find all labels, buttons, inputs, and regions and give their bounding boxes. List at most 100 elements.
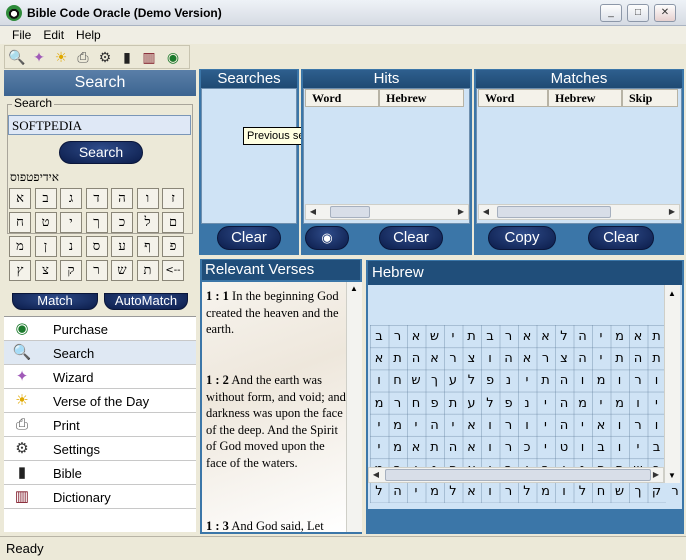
hebrew-letter[interactable]: א xyxy=(407,326,425,348)
hebrew-letter[interactable]: ה xyxy=(555,393,573,415)
hebrew-letter[interactable]: ו xyxy=(481,415,499,437)
hebrew-letter[interactable]: ר xyxy=(500,415,518,437)
hebrew-letter[interactable]: ח xyxy=(407,393,425,415)
hebrew-letter[interactable]: י xyxy=(592,326,610,348)
hebrew-letter[interactable]: ת xyxy=(426,437,444,459)
nav-item-settings[interactable]: ⚙ Settings xyxy=(4,437,196,461)
hebrew-key[interactable]: ע xyxy=(111,236,133,257)
hebrew-letter[interactable]: כ xyxy=(518,437,536,459)
matches-clear-button[interactable]: Clear xyxy=(588,226,654,250)
scroll-down-icon[interactable]: ▼ xyxy=(668,471,676,480)
hebrew-letter[interactable]: י xyxy=(592,393,610,415)
hebrew-letter[interactable]: ו xyxy=(574,437,592,459)
nav-item-search[interactable]: 🔍 Search xyxy=(4,341,196,365)
hebrew-letter[interactable]: י xyxy=(537,393,555,415)
hebrew-letter[interactable]: ו xyxy=(574,370,592,392)
hebrew-letter[interactable]: י xyxy=(592,348,610,370)
nav-item-dictionary[interactable]: ▥ Dictionary xyxy=(4,485,196,509)
hebrew-key[interactable]: כ xyxy=(111,212,133,233)
hebrew-letter[interactable]: ת xyxy=(444,393,462,415)
hebrew-letter[interactable]: מ xyxy=(592,370,610,392)
wizard-icon[interactable]: ✦ xyxy=(29,48,49,66)
hebrew-letter[interactable]: י xyxy=(407,415,425,437)
scroll-up-icon[interactable]: ▲ xyxy=(668,289,676,298)
hebrew-letter[interactable]: ה xyxy=(389,481,407,503)
hebrew-letter[interactable]: י xyxy=(444,326,462,348)
hebrew-letter[interactable]: ר xyxy=(500,481,518,503)
hebrew-letter[interactable]: ו xyxy=(648,370,666,392)
hebrew-letter[interactable]: ב xyxy=(648,437,666,459)
hebrew-letter[interactable]: ט xyxy=(555,437,573,459)
hebrew-letter[interactable]: א xyxy=(426,348,444,370)
hebrew-hscrollbar[interactable]: ◀ ▶ xyxy=(368,467,664,483)
hebrew-letter[interactable]: א xyxy=(463,415,481,437)
hebrew-letter[interactable]: ל xyxy=(370,481,388,503)
hebrew-letter[interactable]: א xyxy=(592,415,610,437)
hebrew-letter[interactable]: ר xyxy=(500,437,518,459)
nav-item-purchase[interactable]: ◉ Purchase xyxy=(4,317,196,341)
nav-item-wizard[interactable]: ✦ Wizard xyxy=(4,365,196,389)
hebrew-letter[interactable]: ה xyxy=(629,348,647,370)
search-icon[interactable]: 🔍 xyxy=(7,48,27,66)
hebrew-letter[interactable]: מ xyxy=(426,481,444,503)
hebrew-letter[interactable]: ו xyxy=(481,481,499,503)
hits-eye-button[interactable]: ◉ xyxy=(305,226,349,250)
hebrew-letter[interactable]: ו xyxy=(481,348,499,370)
menu-edit[interactable]: Edit xyxy=(37,26,70,43)
hebrew-letter[interactable]: ו xyxy=(611,437,629,459)
hebrew-letter[interactable]: א xyxy=(370,348,388,370)
hebrew-letter[interactable]: ש xyxy=(426,326,444,348)
search-button[interactable]: Search xyxy=(59,141,143,164)
hebrew-key[interactable]: ס xyxy=(85,236,108,257)
hebrew-letter[interactable]: ו xyxy=(555,481,573,503)
hebrew-letter[interactable]: י xyxy=(574,415,592,437)
scroll-thumb[interactable] xyxy=(497,206,611,218)
hebrew-letter[interactable]: ל xyxy=(574,481,592,503)
hebrew-key[interactable]: ז xyxy=(162,188,184,209)
searches-clear-button[interactable]: Clear xyxy=(217,226,281,250)
hebrew-key[interactable]: ב xyxy=(34,188,57,209)
hebrew-letter[interactable]: ה xyxy=(574,326,592,348)
hebrew-letter[interactable]: ר xyxy=(389,326,407,348)
bible-icon[interactable]: ▮ xyxy=(117,48,137,66)
hebrew-key[interactable]: ד xyxy=(85,188,108,209)
hebrew-key[interactable]: ף xyxy=(136,236,159,257)
hebrew-letter[interactable]: ו xyxy=(629,393,647,415)
hebrew-letter[interactable]: ל xyxy=(555,326,573,348)
hebrew-letter[interactable]: ה xyxy=(555,370,573,392)
hebrew-letter[interactable]: ל xyxy=(463,370,481,392)
scroll-right-icon[interactable]: ▶ xyxy=(649,468,663,482)
hebrew-key[interactable]: ץ xyxy=(9,260,31,281)
hebrew-letter[interactable]: ל xyxy=(444,481,462,503)
sun-icon[interactable]: ☀ xyxy=(51,48,71,66)
hebrew-letter[interactable]: ו xyxy=(518,415,536,437)
hebrew-letter[interactable]: א xyxy=(518,326,536,348)
hebrew-letter[interactable]: מ xyxy=(389,415,407,437)
hebrew-letter[interactable]: ה xyxy=(407,348,425,370)
hebrew-letter[interactable]: ה xyxy=(500,348,518,370)
scroll-up-icon[interactable]: ▲ xyxy=(350,284,358,293)
hebrew-letter[interactable]: ך xyxy=(629,481,647,503)
hits-hscrollbar[interactable]: ◀ ▶ xyxy=(305,204,469,220)
hebrew-key[interactable]: ק xyxy=(60,260,82,281)
scroll-right-icon[interactable]: ▶ xyxy=(454,205,468,219)
hebrew-key[interactable]: ג xyxy=(60,188,82,209)
printer-icon[interactable]: ⎙ xyxy=(73,48,93,66)
hebrew-key[interactable]: ם xyxy=(162,212,184,233)
hebrew-letter[interactable]: ו xyxy=(370,370,388,392)
hebrew-key[interactable]: ט xyxy=(34,212,57,233)
hebrew-key[interactable]: ש xyxy=(111,260,133,281)
maximize-button[interactable]: □ xyxy=(627,4,649,22)
hebrew-letter[interactable]: ל xyxy=(481,393,499,415)
menu-file[interactable]: File xyxy=(0,26,37,43)
hebrew-key[interactable]: ה xyxy=(111,188,133,209)
dictionary-icon[interactable]: ▥ xyxy=(139,48,159,66)
hebrew-key[interactable]: ן xyxy=(34,236,57,257)
hebrew-letter[interactable]: ת xyxy=(648,326,666,348)
hebrew-letter[interactable]: ר xyxy=(389,393,407,415)
hebrew-letter[interactable]: ך xyxy=(426,370,444,392)
scroll-left-icon[interactable]: ◀ xyxy=(306,205,320,219)
hebrew-letter[interactable]: ר xyxy=(666,481,682,503)
nav-item-verse-of-the-day[interactable]: ☀ Verse of the Day xyxy=(4,389,196,413)
hebrew-letter[interactable]: ו xyxy=(648,415,666,437)
